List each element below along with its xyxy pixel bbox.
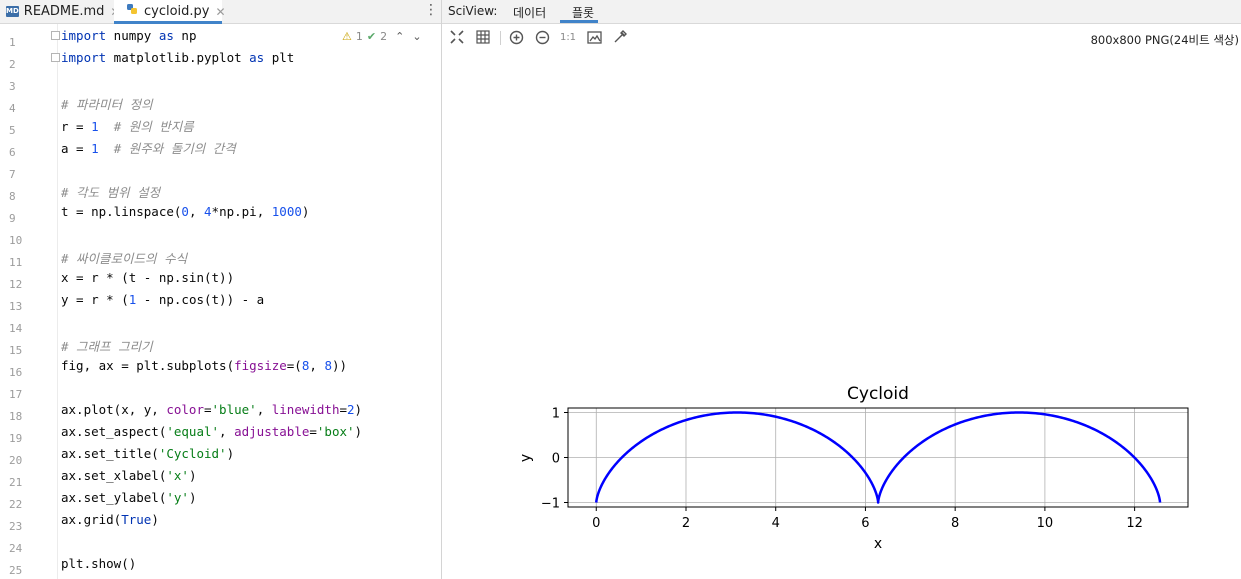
line-number: 16 <box>9 366 23 379</box>
x-tick-label: 10 <box>1037 516 1054 531</box>
warning-icon: ⚠ <box>342 30 352 43</box>
chevron-up-icon[interactable]: ⌃ <box>395 30 404 43</box>
code-line: # 각도 범위 설정 <box>61 185 161 200</box>
code-line: ax.set_xlabel('x') <box>61 468 197 483</box>
line-number: 23 <box>9 520 23 533</box>
code-editor: MD README.md ✕ cycloid.py ✕ ⋮ 1234567891… <box>0 0 442 579</box>
editor-tab-bar: MD README.md ✕ cycloid.py ✕ ⋮ <box>0 0 441 24</box>
inspection-widget[interactable]: ⚠ 1 ✔ 2 ⌃ ⌄ <box>342 30 422 43</box>
line-number: 20 <box>9 454 23 467</box>
line-number: 19 <box>9 432 23 445</box>
x-tick-label: 4 <box>772 516 780 531</box>
markdown-file-icon: MD <box>6 6 19 17</box>
code-line: ax.set_aspect('equal', adjustable='box') <box>61 424 363 439</box>
fold-icon[interactable] <box>51 53 60 62</box>
x-tick-label: 6 <box>861 516 869 531</box>
line-number: 10 <box>9 234 23 247</box>
code-line: # 싸이클로이드의 수식 <box>61 251 188 266</box>
y-tick-label: 1 <box>552 407 560 422</box>
chart-title: Cycloid <box>847 384 909 404</box>
tab-label: README.md <box>23 4 105 19</box>
tab-cycloid[interactable]: cycloid.py ✕ <box>114 0 226 24</box>
y-tick-label: 0 <box>552 452 560 467</box>
line-number: 9 <box>9 212 16 225</box>
line-number: 1 <box>9 36 16 49</box>
warning-count: 1 <box>355 30 363 43</box>
code-line: ax.plot(x, y, color='blue', linewidth=2) <box>61 402 363 417</box>
python-file-icon <box>126 3 139 20</box>
x-tick-label: 0 <box>592 516 600 531</box>
line-number: 18 <box>9 410 23 423</box>
close-icon[interactable]: ✕ <box>216 5 226 19</box>
grid-layer <box>568 408 1188 507</box>
x-tick-label: 8 <box>951 516 959 531</box>
code-line: # 그래프 그리기 <box>61 339 153 354</box>
weak-warning-count: 2 <box>380 30 388 43</box>
code-line: x = r * (t - np.sin(t)) <box>61 270 235 285</box>
line-number: 15 <box>9 344 23 357</box>
line-number: 14 <box>9 322 23 335</box>
code-line: import matplotlib.pyplot as plt <box>61 50 295 65</box>
code-line: ax.set_ylabel('y') <box>61 490 197 505</box>
line-number: 13 <box>9 300 23 313</box>
x-tick-label: 2 <box>682 516 690 531</box>
more-options-icon[interactable]: ⋮ <box>424 2 438 18</box>
x-tick-label: 12 <box>1126 516 1143 531</box>
weak-warning-icon: ✔ <box>366 30 377 43</box>
x-axis-label: x <box>874 536 882 552</box>
tab-label: cycloid.py <box>144 4 210 19</box>
line-number: 2 <box>9 58 16 71</box>
tab-readme[interactable]: MD README.md ✕ <box>6 0 120 23</box>
code-line: t = np.linspace(0, 4*np.pi, 1000) <box>61 204 310 219</box>
y-tick-label: −1 <box>541 497 560 512</box>
line-number: 12 <box>9 278 23 291</box>
code-line: r = 1 # 원의 반지름 <box>61 119 194 134</box>
fold-icon[interactable] <box>51 31 60 40</box>
ticks-layer: 0 2 4 6 8 10 12 −1 0 1 <box>541 407 1143 532</box>
code-line: ax.set_title('Cycloid') <box>61 446 235 461</box>
y-axis-label: y <box>518 454 534 462</box>
chevron-down-icon[interactable]: ⌄ <box>412 30 421 43</box>
code-line: y = r * (1 - np.cos(t)) - a <box>61 292 265 307</box>
code-line: plt.show() <box>61 556 137 571</box>
line-number: 21 <box>9 476 23 489</box>
line-number: 5 <box>9 124 16 137</box>
line-number: 7 <box>9 168 16 181</box>
cycloid-plot: Cycloid 0 2 4 6 8 10 12 −1 0 1 x y <box>518 384 1189 552</box>
line-number: 11 <box>9 256 23 269</box>
line-number: 6 <box>9 146 16 159</box>
code-line: import numpy as np <box>61 28 197 43</box>
line-number: 25 <box>9 564 23 577</box>
line-number: 22 <box>9 498 23 511</box>
line-number: 3 <box>9 80 16 93</box>
line-number: 8 <box>9 190 16 203</box>
code-line: a = 1 # 원주와 돌기의 간격 <box>61 141 236 156</box>
sciview-panel: SciView: 데이터 플롯 1:1 800x800 PNG(24비트 색상)… <box>442 0 1241 579</box>
line-number: 4 <box>9 102 16 115</box>
code-line: # 파라미터 정의 <box>61 97 153 112</box>
code-line: ax.grid(True) <box>61 512 159 527</box>
line-number-gutter: 1 2 3 4 5 6 7 8 9 10 11 12 13 14 15 16 17 18 19 20 21 22 23 24 2… <box>0 24 58 579</box>
line-number: 24 <box>9 542 23 555</box>
code-line: fig, ax = plt.subplots(figsize=(8, 8)) <box>61 358 348 373</box>
line-number: 17 <box>9 388 23 401</box>
